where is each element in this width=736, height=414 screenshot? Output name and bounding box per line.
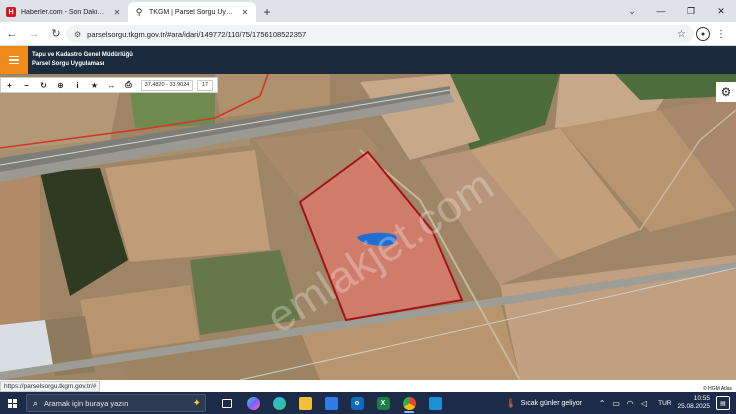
print-icon[interactable]: ⎙ (120, 78, 137, 92)
zoom-out-icon[interactable]: − (18, 78, 35, 92)
notification-icon[interactable]: ▤ (716, 396, 730, 410)
maximize-icon[interactable]: ❐ (676, 0, 706, 22)
photos-icon[interactable] (422, 392, 448, 414)
windows-logo-icon (7, 398, 17, 408)
edge-icon[interactable] (266, 392, 292, 414)
outlook-icon[interactable]: o (344, 392, 370, 414)
close-window-icon[interactable]: ✕ (706, 0, 736, 22)
locate-icon[interactable]: ⊕ (52, 78, 69, 92)
profile-avatar-icon[interactable]: ● (696, 27, 710, 41)
favorite-star-icon[interactable]: ★ (86, 78, 103, 92)
reload-icon[interactable]: ↻ (46, 24, 66, 44)
map-view[interactable]: emlakjet.com (0, 74, 736, 380)
volume-icon[interactable]: ◁ (638, 399, 650, 408)
browser-menu-icon[interactable]: ⋮ (714, 26, 728, 42)
window-controls: — ❐ ✕ (646, 0, 736, 22)
map-pin-icon: ⚲ (135, 6, 143, 17)
url-text: parselsorgu.tkgm.gov.tr/#ara/idari/14977… (87, 29, 307, 39)
info-icon[interactable]: i (69, 78, 86, 92)
copilot-icon[interactable] (240, 392, 266, 414)
task-view-icon[interactable] (214, 392, 240, 414)
hover-status-url: https://parselsorgu.tkgm.gov.tr/# (0, 381, 101, 392)
search-icon: ⌕ (33, 397, 39, 408)
chevron-up-icon[interactable]: ⌃ (596, 399, 608, 408)
taskbar-clock[interactable]: 10:55 25.08.2025 (677, 395, 710, 411)
tab-tkgm[interactable]: ⚲ TKGM | Parsel Sorgu Uygulaması ✕ (128, 2, 256, 22)
address-bar[interactable]: ⚙ parselsorgu.tkgm.gov.tr/#ara/idari/149… (66, 25, 694, 43)
menu-hamburger-icon[interactable] (0, 46, 28, 74)
zoom-level-field[interactable]: 17 (197, 79, 213, 91)
app-name: Parsel Sorgu Uygulaması (32, 61, 105, 67)
tab-search-icon[interactable]: ⌄ (624, 3, 640, 19)
haberler-favicon-icon: H (6, 7, 16, 17)
windows-taskbar: ⌕ Aramak için buraya yazın ✦ o X 🌡 Sıcak… (0, 392, 736, 414)
forward-icon[interactable]: → (24, 24, 44, 44)
back-icon[interactable]: ← (2, 24, 22, 44)
file-explorer-icon[interactable] (292, 392, 318, 414)
site-info-icon[interactable]: ⚙ (74, 30, 81, 39)
clock-date: 25.08.2025 (677, 403, 710, 410)
app-header: Tapu ve Kadastro Genel Müdürlüğü Parsel … (0, 46, 736, 74)
tab-haberler[interactable]: H Haberler.com - Son Dakika Haberler ✕ (0, 2, 128, 22)
tab-title: Haberler.com - Son Dakika Haberler (21, 8, 107, 16)
weather-widget[interactable]: 🌡 Sıcak günler geliyor (505, 398, 582, 409)
wifi-icon[interactable]: ◠ (624, 399, 636, 408)
excel-icon[interactable]: X (370, 392, 396, 414)
measure-icon[interactable]: ↔ (103, 78, 120, 92)
coordinate-field[interactable]: 37.4820 - 33.9024 (141, 79, 193, 91)
close-tab-icon[interactable]: ✕ (112, 8, 122, 17)
minimize-icon[interactable]: — (646, 0, 676, 22)
new-tab-button[interactable]: + (258, 3, 276, 21)
weather-text: Sıcak günler geliyor (520, 399, 583, 407)
taskbar-apps: o X (214, 392, 448, 414)
search-placeholder: Aramak için buraya yazın (44, 398, 129, 408)
bookmark-star-icon[interactable]: ☆ (677, 29, 686, 40)
tab-title: TKGM | Parsel Sorgu Uygulaması (149, 8, 235, 16)
refresh-icon[interactable]: ↻ (35, 78, 52, 92)
taskbar-search-box[interactable]: ⌕ Aramak için buraya yazın ✦ (26, 394, 206, 412)
network-icon[interactable]: ▭ (610, 399, 622, 408)
chrome-icon[interactable] (396, 392, 422, 414)
close-tab-icon[interactable]: ✕ (240, 8, 250, 17)
satellite-map[interactable]: emlakjet.com (0, 74, 736, 380)
map-toolbar: + − ↻ ⊕ i ★ ↔ ⎙ 37.4820 - 33.9024 17 (0, 77, 218, 93)
app-title: Tapu ve Kadastro Genel Müdürlüğü Parsel … (32, 51, 133, 69)
search-highlight-icon: ✦ (192, 397, 201, 409)
microsoft-store-icon[interactable] (318, 392, 344, 414)
org-name: Tapu ve Kadastro Genel Müdürlüğü (32, 52, 133, 58)
system-tray: 🌡 Sıcak günler geliyor ⌃ ▭ ◠ ◁ TUR 10:55… (505, 392, 736, 414)
start-button[interactable] (0, 392, 24, 414)
clock-time: 10:55 (693, 395, 710, 402)
zoom-in-icon[interactable]: + (1, 78, 18, 92)
browser-toolbar: ← → ↻ ⚙ parselsorgu.tkgm.gov.tr/#ara/ida… (0, 22, 736, 46)
thermometer-icon: 🌡 (505, 397, 517, 408)
language-indicator[interactable]: TUR (658, 400, 671, 407)
settings-gear-icon[interactable]: ⚙ (716, 82, 736, 102)
